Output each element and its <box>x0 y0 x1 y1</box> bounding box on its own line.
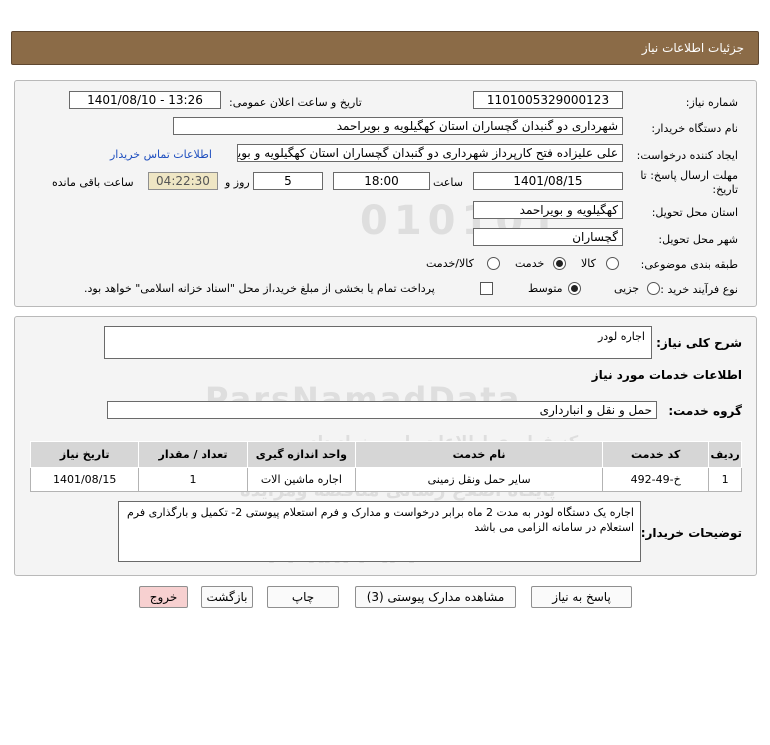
back-button[interactable]: بازگشت <box>201 586 253 608</box>
buyer-notes-field: اجاره یک دستگاه لودر به مدت 2 ماه برابر … <box>118 501 641 562</box>
category-radio-service[interactable] <box>553 257 566 270</box>
announce-field: 1401/08/10 - 13:26 <box>69 91 221 109</box>
remaining-time-field: 04:22:30 <box>148 172 218 190</box>
city-label: شهر محل تحویل: <box>658 233 738 246</box>
col-date-header: تاریخ نیاز <box>29 441 140 468</box>
col-unit-header: واحد اندازه گیری <box>246 441 357 468</box>
table-header-row: ردیف کد خدمت نام خدمت واحد اندازه گیری ت… <box>29 441 742 468</box>
purchase-radio-minor[interactable] <box>647 282 660 295</box>
cell-unit: اجاره ماشین الات <box>246 467 357 492</box>
province-field: کهگیلویه و بویراحمد <box>473 201 623 219</box>
need-number-label: شماره نیاز: <box>685 96 738 109</box>
purchase-option-minor: جزیی <box>614 282 640 295</box>
category-label: طبقه بندی موضوعی: <box>640 258 738 271</box>
view-attachments-button[interactable]: مشاهده مدارک پیوستی (3) <box>355 586 516 608</box>
deadline-date-field: 1401/08/15 <box>473 172 623 190</box>
province-label: استان محل تحویل: <box>651 206 738 219</box>
category-option-service: خدمت <box>515 257 545 270</box>
services-section-title: اطلاعات خدمات مورد نیاز <box>591 368 742 382</box>
col-qty-header: تعداد / مقدار <box>138 441 248 468</box>
table-row: 1 خ-49-492 سایر حمل ونقل زمینی اجاره ماش… <box>29 467 742 492</box>
buyer-label: نام دستگاه خریدار: <box>651 122 738 135</box>
creator-label: ایجاد کننده درخواست: <box>636 149 738 162</box>
col-name-header: نام خدمت <box>355 441 604 468</box>
treasury-payment-note: پرداخت تمام یا بخشی از مبلغ خرید،از محل … <box>84 282 435 295</box>
cell-qty: 1 <box>138 467 248 492</box>
creator-field: علی علیزاده فتح کارپرداز شهرداری دو گنبد… <box>237 144 623 162</box>
cell-row: 1 <box>708 467 742 492</box>
service-group-label: گروه خدمت: <box>668 404 742 418</box>
category-radio-goods-service[interactable] <box>487 257 500 270</box>
reply-button[interactable]: پاسخ به نیاز <box>531 586 632 608</box>
exit-button[interactable]: خروج <box>139 586 188 608</box>
summary-label: شرح کلی نیاز: <box>656 336 742 350</box>
page-header: جزئیات اطلاعات نیاز <box>11 31 759 65</box>
deadline-label-2: تاریخ: <box>712 183 738 196</box>
deadline-time-field: 18:00 <box>333 172 430 190</box>
service-group-field: حمل و نقل و انبارداری <box>107 401 657 419</box>
cell-date: 1401/08/15 <box>29 467 140 492</box>
category-radio-goods[interactable] <box>606 257 619 270</box>
purchase-radio-medium[interactable] <box>568 282 581 295</box>
services-table: ردیف کد خدمت نام خدمت واحد اندازه گیری ت… <box>29 441 742 492</box>
purchase-type-label: نوع فرآیند خرید : <box>660 283 738 296</box>
days-field: 5 <box>253 172 323 190</box>
treasury-payment-checkbox[interactable] <box>480 282 493 295</box>
purchase-option-medium: متوسط <box>528 282 563 295</box>
time-label: ساعت <box>433 176 463 189</box>
buyer-notes-label: توضیحات خریدار: <box>640 526 742 540</box>
city-field: گچساران <box>473 228 623 246</box>
category-option-goods-service: کالا/خدمت <box>426 257 474 270</box>
cell-code: خ-49-492 <box>602 467 710 492</box>
deadline-label-1: مهلت ارسال پاسخ: تا <box>640 169 738 182</box>
days-label: روز و <box>225 176 250 189</box>
category-option-goods: کالا <box>581 257 596 270</box>
need-details-panel <box>14 80 757 307</box>
buyer-contact-link[interactable]: اطلاعات تماس خریدار <box>110 148 212 161</box>
remaining-label: ساعت باقی مانده <box>52 176 134 189</box>
page-title: جزئیات اطلاعات نیاز <box>641 41 744 55</box>
col-row-header: ردیف <box>708 441 742 468</box>
print-button[interactable]: چاپ <box>267 586 339 608</box>
summary-field: اجاره لودر <box>104 326 652 359</box>
need-number-field: 1101005329000123 <box>473 91 623 109</box>
cell-name: سایر حمل ونقل زمینی <box>355 467 604 492</box>
announce-label: تاریخ و ساعت اعلان عمومی: <box>229 96 362 109</box>
buyer-field: شهرداری دو گنبدان گچساران استان کهگیلویه… <box>173 117 623 135</box>
col-code-header: کد خدمت <box>602 441 710 468</box>
